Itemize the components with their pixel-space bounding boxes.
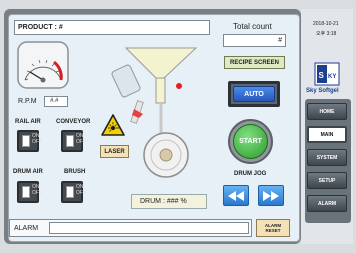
rpm-gauge xyxy=(17,41,69,89)
switch-knob xyxy=(66,186,74,198)
fast-forward-icon xyxy=(263,190,279,201)
brush-switch[interactable]: ON OFF xyxy=(61,181,86,203)
hmi-screen: PRODUCT : # Total count # R.P.M #.# RAIL… xyxy=(0,0,356,253)
svg-text:KY: KY xyxy=(328,74,336,80)
rail-air-switch[interactable]: ON OFF xyxy=(17,130,42,152)
alarm-reset-button[interactable]: ALARM RESET xyxy=(256,219,290,237)
total-count-field: # xyxy=(223,34,286,47)
drum-jog-label: DRUM JOG xyxy=(234,171,267,177)
drum-readout-text: DRUM : ### % xyxy=(140,198,187,205)
rpm-value: #.# xyxy=(50,98,59,104)
side-navigation: 2018-10-21 오후 3:18 S KY Sky Softgel HOME… xyxy=(301,9,353,244)
drum-jog-forward-button[interactable] xyxy=(258,185,284,206)
nav-setup[interactable]: SETUP xyxy=(307,172,347,189)
brand-name: Sky Softgel xyxy=(306,88,339,94)
nav-main[interactable]: MAIN xyxy=(307,126,347,143)
nav-home[interactable]: HOME xyxy=(307,103,347,120)
alarm-bar: ALARM xyxy=(9,219,252,237)
auto-button-frame[interactable]: AUTO xyxy=(228,81,280,107)
product-label: PRODUCT : # xyxy=(18,24,63,31)
start-button[interactable]: START xyxy=(233,124,268,159)
brush-label: BRUSH xyxy=(64,169,86,175)
start-button-frame[interactable]: START xyxy=(228,119,273,164)
product-field: PRODUCT : # xyxy=(14,20,210,35)
brand-logo: S KY xyxy=(314,62,340,86)
svg-text:S: S xyxy=(319,71,325,80)
total-count-value: # xyxy=(278,37,282,44)
total-count-label: Total count xyxy=(233,22,272,31)
switch-knob xyxy=(22,186,30,198)
drum-air-label: DRUM AIR xyxy=(13,169,43,175)
rail-air-label: RAIL AIR xyxy=(15,119,41,125)
conveyor-label: CONVEYOR xyxy=(56,119,91,125)
rpm-value-field: #.# xyxy=(44,96,68,107)
alarm-message-field xyxy=(49,222,249,234)
drum-readout: DRUM : ### % xyxy=(131,194,207,209)
status-lamp xyxy=(176,83,182,89)
drum-air-switch[interactable]: ON OFF xyxy=(17,181,42,203)
nav-alarm[interactable]: ALARM xyxy=(307,195,347,212)
alarm-label: ALARM xyxy=(14,225,39,232)
conveyor-switch[interactable]: ON OFF xyxy=(61,130,86,152)
auto-button[interactable]: AUTO xyxy=(233,86,275,102)
date-text: 2018-10-21 xyxy=(313,21,339,27)
rpm-label: R.P.M xyxy=(18,98,37,105)
switch-knob xyxy=(22,135,30,147)
time-text: 오후 3:18 xyxy=(316,31,337,37)
recipe-screen-button[interactable]: RECIPE SCREEN xyxy=(224,56,285,69)
rewind-icon xyxy=(228,190,244,201)
drum-jog-reverse-button[interactable] xyxy=(223,185,249,206)
nav-system[interactable]: SYSTEM xyxy=(307,149,347,166)
switch-knob xyxy=(66,135,74,147)
capsule-machine-graphic xyxy=(111,47,198,178)
